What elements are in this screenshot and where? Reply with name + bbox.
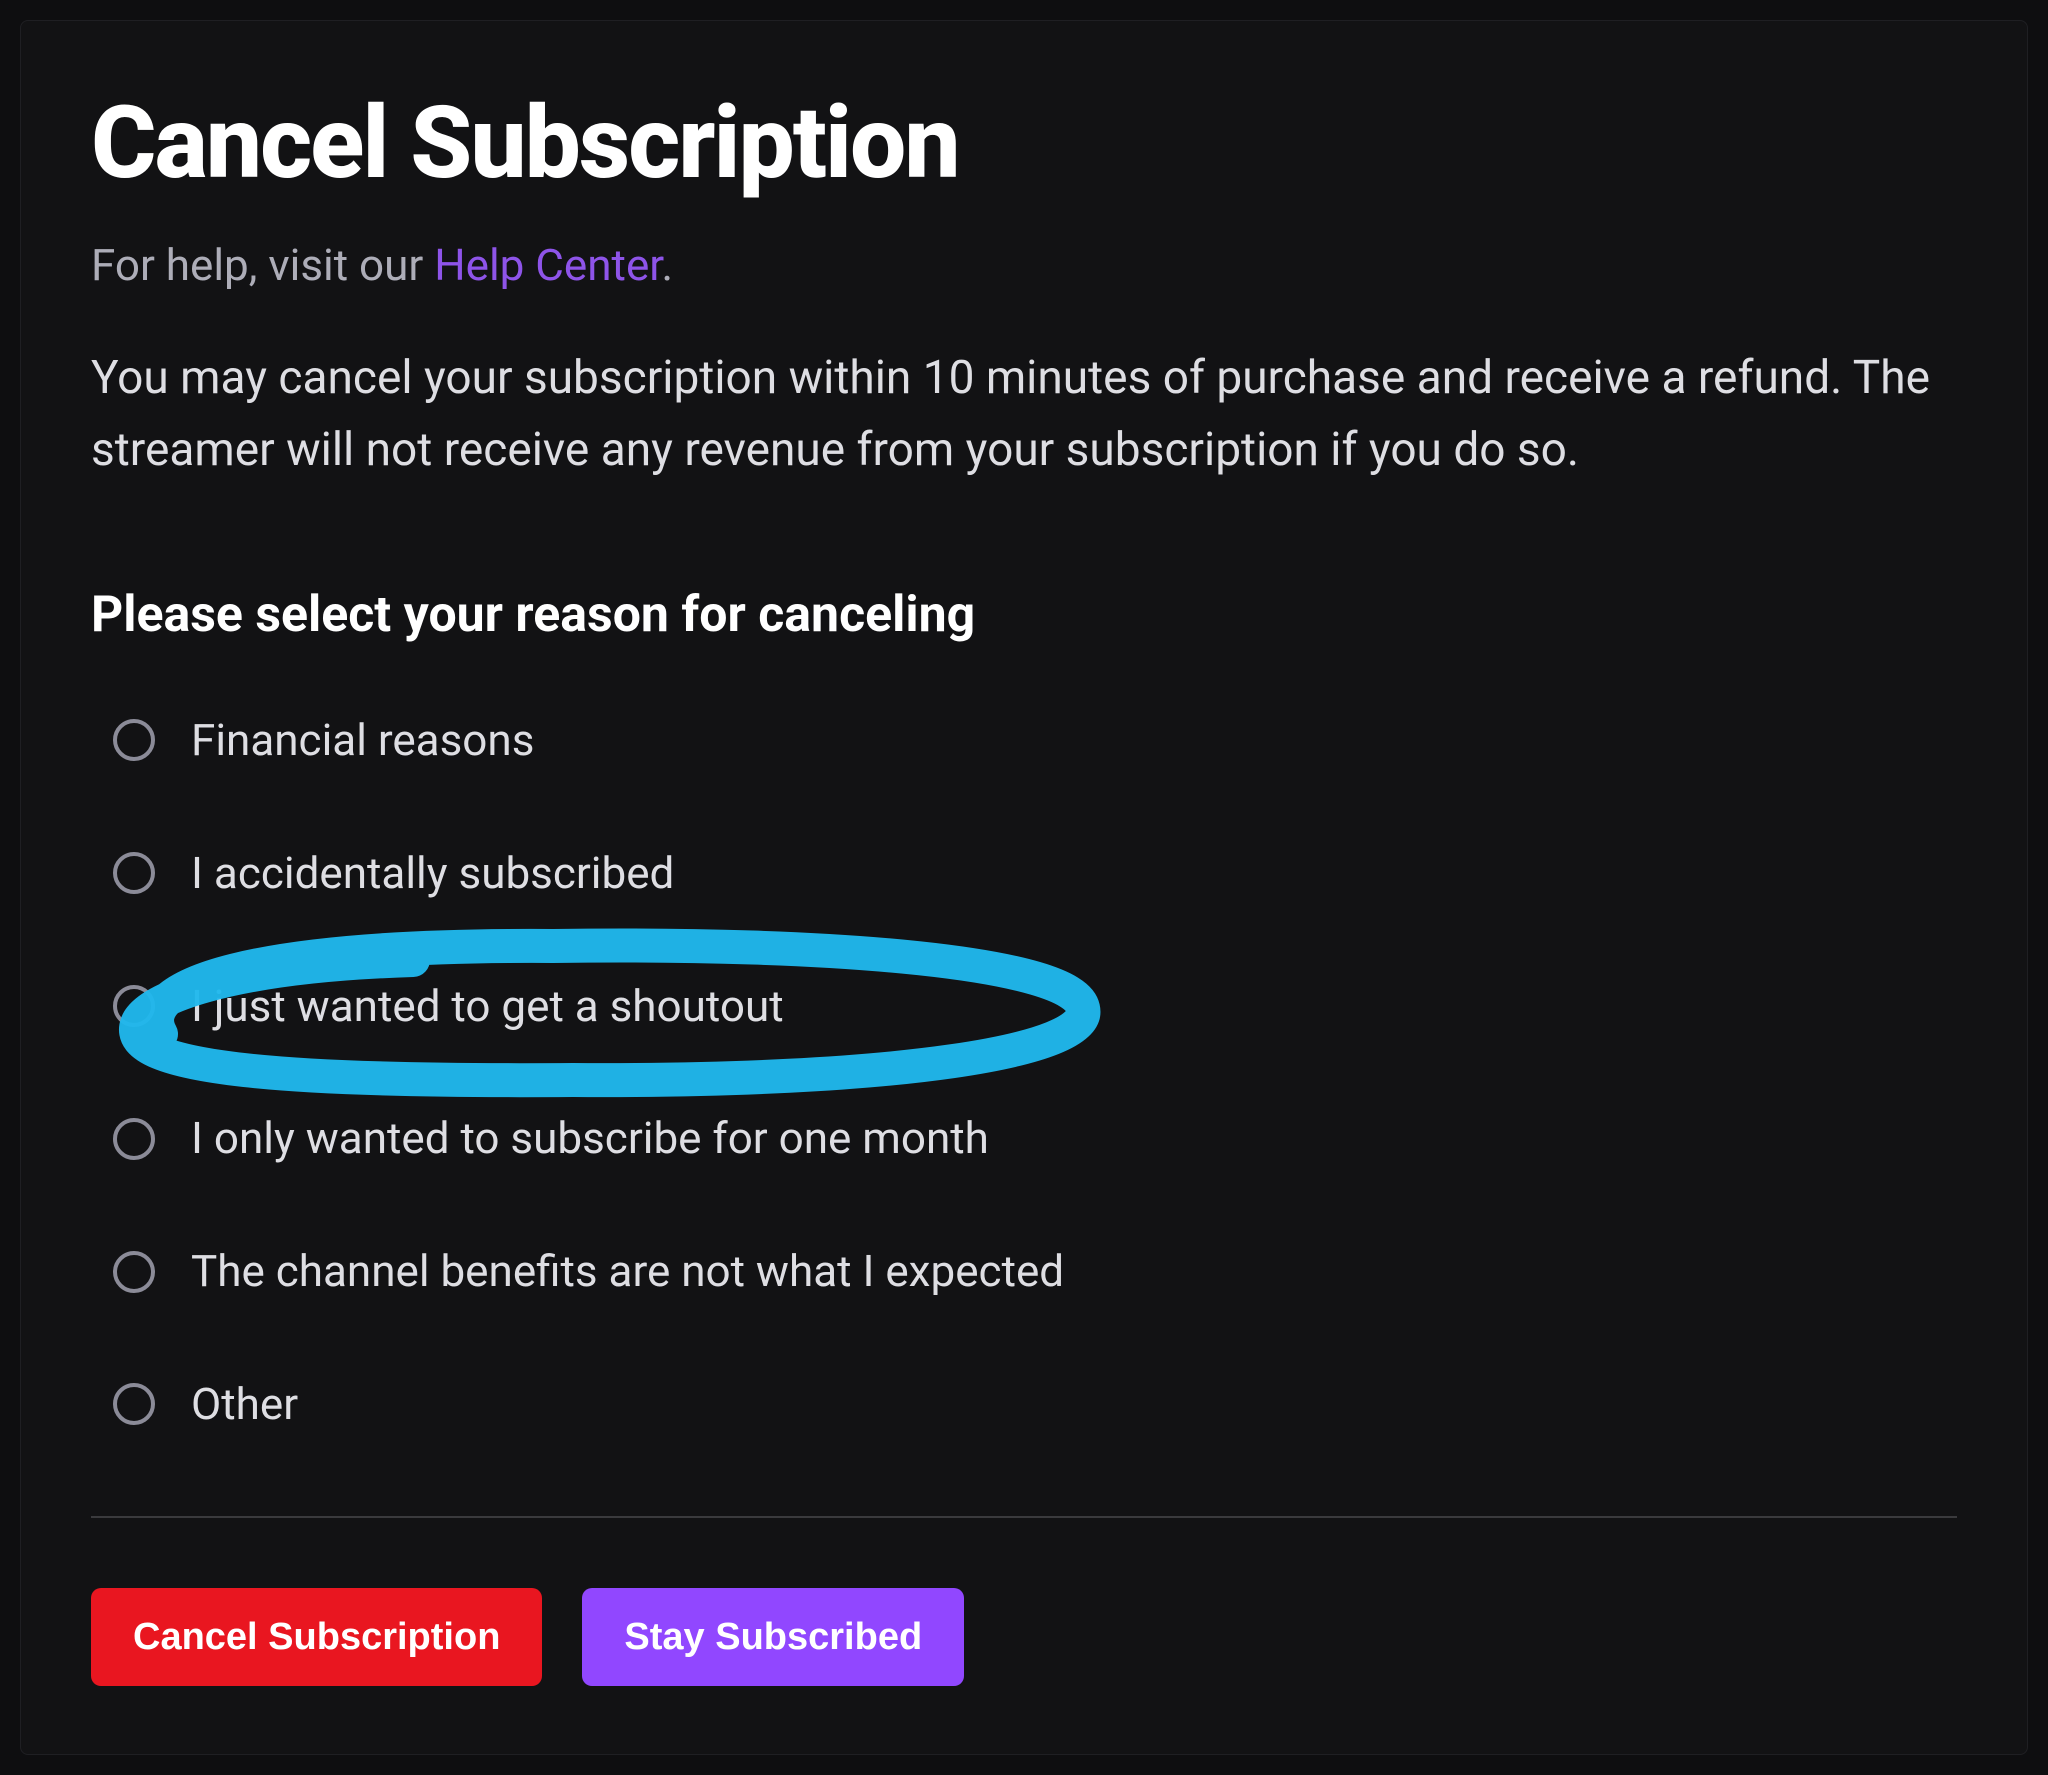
refund-description: You may cancel your subscription within … xyxy=(91,343,1957,486)
reason-label: I accidentally subscribed xyxy=(191,847,674,900)
page-title: Cancel Subscription xyxy=(91,91,1957,196)
reason-option-shoutout[interactable]: I just wanted to get a shoutout xyxy=(113,980,1957,1033)
radio-icon xyxy=(113,719,155,761)
help-suffix: . xyxy=(662,239,674,291)
help-center-link[interactable]: Help Center xyxy=(434,239,661,291)
reason-label: The channel benefits are not what I expe… xyxy=(191,1245,1064,1298)
help-line: For help, visit our Help Center. xyxy=(91,236,1957,295)
reason-option-benefits[interactable]: The channel benefits are not what I expe… xyxy=(113,1245,1957,1298)
radio-icon xyxy=(113,852,155,894)
radio-icon xyxy=(113,1251,155,1293)
reason-label: I only wanted to subscribe for one month xyxy=(191,1112,989,1165)
reason-option-accidental[interactable]: I accidentally subscribed xyxy=(113,847,1957,900)
stay-subscribed-button[interactable]: Stay Subscribed xyxy=(582,1588,964,1686)
help-prefix: For help, visit our xyxy=(91,239,434,291)
radio-icon xyxy=(113,985,155,1027)
reason-label: I just wanted to get a shoutout xyxy=(191,980,784,1033)
divider xyxy=(91,1516,1957,1518)
reason-radio-group: Financial reasons I accidentally subscri… xyxy=(113,714,1957,1431)
reason-label: Financial reasons xyxy=(191,714,534,767)
reason-heading: Please select your reason for canceling xyxy=(91,586,1957,644)
button-row: Cancel Subscription Stay Subscribed xyxy=(91,1588,1957,1686)
radio-icon xyxy=(113,1383,155,1425)
radio-icon xyxy=(113,1118,155,1160)
reason-option-one-month[interactable]: I only wanted to subscribe for one month xyxy=(113,1112,1957,1165)
reason-option-other[interactable]: Other xyxy=(113,1378,1957,1431)
cancel-subscription-button[interactable]: Cancel Subscription xyxy=(91,1588,542,1686)
reason-label: Other xyxy=(191,1378,298,1431)
reason-option-financial[interactable]: Financial reasons xyxy=(113,714,1957,767)
cancel-subscription-panel: Cancel Subscription For help, visit our … xyxy=(20,20,2028,1755)
